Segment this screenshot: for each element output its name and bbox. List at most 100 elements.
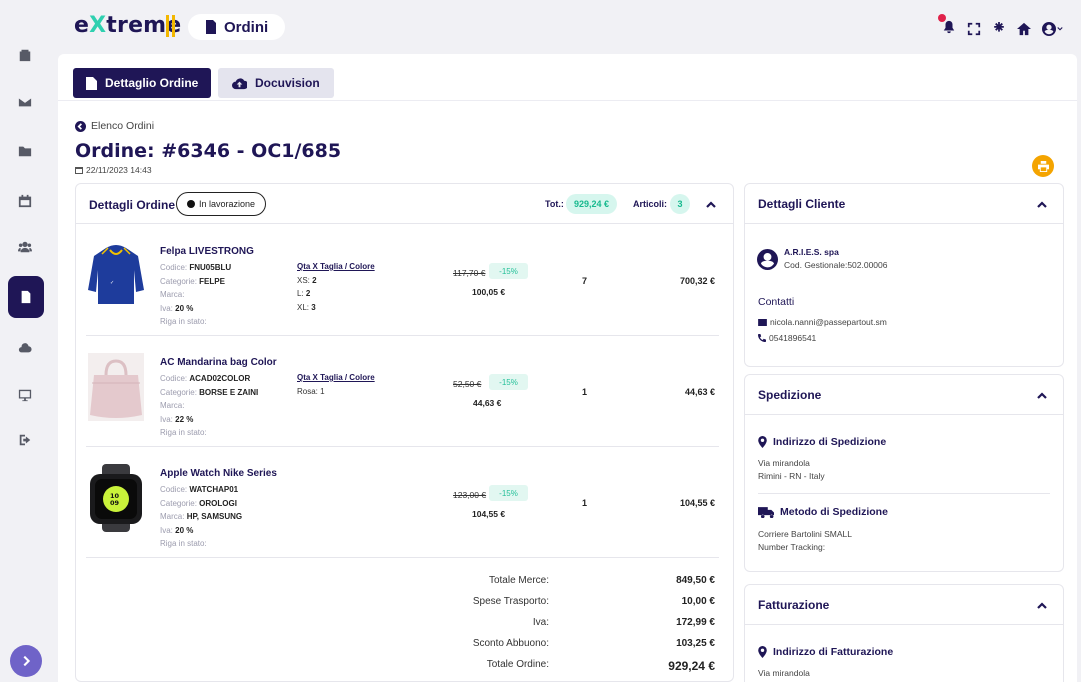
discount-badge: -15% [489, 485, 528, 501]
tab-docuvision[interactable]: Docuvision [218, 68, 334, 98]
size-quantity-block: Qta X Taglia / Colore Rosa: 1 [297, 371, 375, 396]
row-divider [86, 557, 719, 558]
customer-card: Dettagli Cliente A.R.I.E.S. spa Cod. Ges… [744, 183, 1064, 367]
customer-email[interactable]: nicola.nanni@passepartout.sm [758, 316, 887, 328]
chevron-up-icon[interactable] [1037, 200, 1047, 210]
billing-card-header: Fatturazione [745, 585, 1063, 625]
articles-badge: 3 [670, 194, 690, 214]
shipping-card: Spedizione Indirizzo di Spedizione Via m… [744, 374, 1064, 572]
back-link[interactable]: Elenco Ordini [75, 120, 154, 132]
document-icon [206, 20, 216, 34]
calendar-icon [75, 167, 83, 174]
product-name[interactable]: Felpa LIVESTRONG [160, 246, 254, 257]
old-price: 52,50 € [453, 379, 482, 389]
product-name[interactable]: AC Mandarina bag Color [160, 357, 277, 368]
new-price: 44,63 € [473, 398, 502, 408]
sidebar-toggle-button[interactable] [10, 645, 42, 677]
product-meta: Codice: ACAD02COLOR Categorie: BORSE E Z… [160, 374, 259, 437]
order-details-card: Dettagli Ordine In lavorazione Tot.: 929… [75, 183, 734, 682]
product-total: 700,32 € [679, 276, 715, 286]
total-badge: 929,24 € [566, 194, 618, 214]
shipping-card-title: Spedizione [758, 388, 822, 402]
orders-icon[interactable] [10, 40, 40, 70]
status-badge: In lavorazione [176, 192, 267, 216]
status-dot-icon [187, 200, 195, 208]
svg-text:✓: ✓ [110, 280, 114, 286]
chevron-up-icon[interactable] [1037, 391, 1047, 401]
totals-row: Totale Ordine: 929,24 € [486, 659, 715, 673]
settings-icon[interactable] [992, 21, 1006, 36]
product-image-bag [88, 353, 144, 421]
billing-card: Fatturazione Indirizzo di Fatturazione V… [744, 584, 1064, 682]
articles-label: Articoli: [633, 199, 668, 209]
order-card-header: Dettagli Ordine In lavorazione Tot.: 929… [76, 184, 733, 224]
user-menu[interactable] [1042, 21, 1063, 36]
product-quantity: 1 [582, 387, 588, 397]
back-arrow-icon [75, 120, 86, 132]
home-icon[interactable] [1017, 22, 1031, 36]
truck-icon [758, 506, 774, 518]
users-icon[interactable] [10, 232, 40, 262]
divider [758, 493, 1050, 494]
shipping-method-title: Metodo di Spedizione [758, 506, 888, 518]
contacts-title: Contatti [758, 296, 795, 308]
customer-card-title: Dettagli Cliente [758, 197, 846, 211]
product-image-watch: 10 09 [90, 464, 142, 532]
logout-icon[interactable] [10, 425, 40, 455]
map-pin-icon [758, 646, 767, 658]
product-quantity: 7 [582, 276, 588, 286]
print-icon [1037, 160, 1049, 172]
old-price: 123,00 € [453, 490, 487, 500]
fullscreen-icon[interactable] [967, 22, 981, 36]
product-quantity: 1 [582, 498, 588, 508]
discount-badge: -15% [489, 374, 528, 390]
tab-divider [58, 100, 1077, 101]
user-circle-icon [1042, 21, 1056, 36]
qta-taglia-colore-link[interactable]: Qta X Taglia / Colore [297, 260, 375, 274]
chevron-up-icon[interactable] [706, 200, 716, 210]
product-row: ✓ Felpa LIVESTRONG Codice: FNU05BLU Cate… [86, 224, 719, 335]
monitor-icon[interactable] [10, 380, 40, 410]
qta-taglia-colore-link[interactable]: Qta X Taglia / Colore [297, 371, 375, 385]
cloud-upload-icon [232, 77, 247, 89]
product-row: 10 09 Apple Watch Nike Series Codice: WA… [86, 446, 719, 557]
logo-accent [172, 15, 175, 37]
chevron-up-icon[interactable] [1037, 601, 1047, 611]
chevron-down-icon [1057, 26, 1063, 31]
tab-dettaglio-ordine[interactable]: Dettaglio Ordine [73, 68, 212, 98]
discount-badge: -15% [489, 263, 528, 279]
product-image-hoodie: ✓ [88, 245, 144, 304]
document-icon[interactable] [8, 276, 44, 318]
old-price: 117,70 € [453, 268, 486, 278]
mail-icon[interactable] [10, 87, 40, 117]
totals-row: Spese Trasporto: 10,00 € [472, 596, 715, 607]
order-date: 22/11/2023 14:43 [75, 165, 152, 175]
new-price: 100,05 € [472, 287, 506, 297]
product-meta: Codice: FNU05BLU Categorie: FELPE Marca:… [160, 263, 232, 326]
customer-name: A.R.I.E.S. spa [784, 247, 839, 257]
product-row: AC Mandarina bag Color Codice: ACAD02COL… [86, 335, 719, 446]
calendar-icon[interactable] [10, 186, 40, 216]
cloud-icon[interactable] [10, 333, 40, 363]
product-name[interactable]: Apple Watch Nike Series [160, 468, 277, 479]
totals-row: Totale Merce: 849,50 € [488, 575, 715, 586]
folder-icon[interactable] [10, 136, 40, 166]
shipping-method-line: Corriere Bartolini SMALL [758, 529, 853, 539]
total-label: Tot.: [545, 199, 564, 209]
billing-card-title: Fatturazione [758, 598, 830, 612]
customer-phone[interactable]: 0541896541 [758, 332, 816, 344]
shipping-address-line: Via mirandola [758, 458, 810, 468]
customer-code: Cod. Gestionale:502.00006 [784, 260, 888, 270]
svg-text:09: 09 [110, 499, 120, 507]
totals-row: Sconto Abbuono: 103,25 € [472, 638, 715, 649]
print-button[interactable] [1032, 155, 1054, 177]
bell-icon[interactable] [938, 14, 956, 37]
shipping-address-title: Indirizzo di Spedizione [758, 436, 886, 448]
sidebar [0, 0, 50, 682]
order-card-title: Dettagli Ordine [89, 198, 176, 212]
billing-address-line: Via mirandola [758, 668, 810, 678]
product-total: 104,55 € [679, 498, 715, 508]
mail-icon [758, 318, 767, 326]
page-title: Ordini [188, 14, 286, 40]
logo-accent [166, 15, 169, 37]
